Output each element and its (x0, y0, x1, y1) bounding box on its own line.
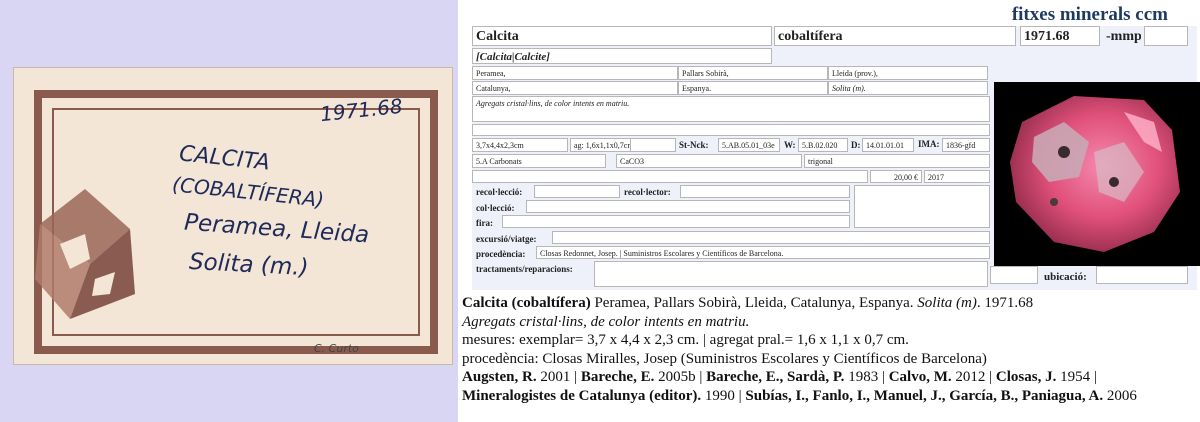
province-field[interactable]: Lleida (prov.), (828, 66, 988, 80)
ubicacio-field[interactable] (1096, 266, 1188, 284)
brand-title: fitxes minerals ccm (1011, 4, 1168, 25)
coleccio-field[interactable] (526, 200, 850, 213)
old-label-card: 1971.68 CALCITA (COBALTÍFERA) Peramea, L… (14, 68, 452, 364)
w-label: W: (784, 140, 796, 150)
summary-description: Agregats cristal·lins, de color intents … (462, 313, 750, 330)
stnck-field[interactable]: 5.AB.05.01_03e (718, 138, 780, 152)
summary-title-line: Calcita (cobaltífera) Peramea, Pallars S… (462, 294, 1192, 313)
crystal-drawing (35, 189, 135, 319)
summary-procedencia: procedència: Closas Miralles, Josep (Sum… (462, 350, 987, 367)
region-field[interactable]: Pallars Sobirà, (678, 66, 828, 80)
ima-field[interactable]: 1836-gfd (942, 138, 990, 152)
year-field[interactable]: 2017 (924, 170, 990, 183)
coleccio-label: col·lecció: (476, 203, 515, 213)
mineral-field[interactable]: Calcita (472, 26, 772, 46)
excursio-field[interactable] (552, 231, 990, 244)
w-field[interactable]: 5.B.02.020 (798, 138, 848, 152)
formula-field[interactable]: CaCO3 (616, 154, 802, 168)
ref-author: Bareche, E. (580, 369, 655, 386)
procedencia-field[interactable]: Closas Redonnet, Josep. | Suministros Es… (536, 246, 990, 259)
recollection-label: recol·lecció: (476, 187, 523, 197)
specimen-image (1010, 96, 1180, 252)
d-field[interactable]: 14.01.01.01 (862, 138, 914, 152)
misc-field[interactable] (472, 170, 868, 183)
code-field[interactable]: 1971.68 (1020, 26, 1100, 46)
ref-author: Closas, J. (995, 369, 1057, 386)
code-suffix: -mmp (1106, 29, 1142, 44)
notes-box[interactable] (854, 185, 990, 228)
price-field[interactable]: 20,00 € (870, 170, 922, 183)
size-extra-field[interactable] (630, 138, 676, 152)
class-field[interactable]: 5.A Carbonats (472, 154, 606, 168)
fira-field[interactable] (502, 215, 850, 228)
ref-author: Calvo, M. (888, 369, 952, 386)
stnck-label: St-Nck: (679, 140, 709, 150)
variety-field[interactable]: cobaltífera (774, 26, 1016, 46)
summary-number: . 1971.68 (976, 295, 1034, 311)
summary-references: Augsten, R. 2001 | Bareche, E. 2005b | B… (462, 369, 1137, 404)
synonyms-field[interactable]: [Calcita|Calcite] (472, 48, 772, 64)
collector-field[interactable] (680, 185, 850, 198)
d-label: D: (851, 140, 861, 150)
summary-text: Calcita (cobaltífera) Peramea, Pallars S… (462, 294, 1192, 406)
size-field[interactable]: 3,7x4,4x2,3cm (472, 138, 568, 152)
locality-field[interactable]: Peramea, (472, 66, 678, 80)
ref-author: Mineralogistes de Catalunya (editor). (462, 387, 702, 404)
ima-label: IMA: (918, 139, 940, 149)
specimen-photo (994, 82, 1200, 266)
excursio-label: excursió/viatge: (476, 234, 537, 244)
ref-author: Bareche, E., Sardà, P. (706, 369, 845, 386)
ubicacio-label: ubicació: (1044, 271, 1087, 283)
community-field[interactable]: Catalunya, (472, 81, 678, 95)
procedencia-label: procedència: (476, 249, 526, 259)
tractaments-label: tractaments/reparacions: (476, 264, 573, 274)
suffix-field[interactable] (1144, 26, 1188, 46)
description-field[interactable]: Agregats cristal·lins, de color intents … (472, 96, 990, 122)
recollection-field[interactable] (534, 185, 620, 198)
label-collector: C. Curto (314, 342, 359, 355)
ref-author: Subías, I., Fanlo, I., Manuel, J., Garcí… (745, 387, 1104, 404)
summary-mesures: mesures: exemplar= 3,7 x 4,4 x 2,3 cm. |… (462, 332, 909, 349)
ref-author: Augsten, R. (462, 369, 537, 386)
label-photo-pane: 1971.68 CALCITA (COBALTÍFERA) Peramea, L… (0, 0, 458, 422)
summary-mine: Solita (m) (917, 295, 977, 311)
summary-title: Calcita (cobaltífera) (462, 295, 591, 311)
system-field[interactable]: trigonal (804, 154, 990, 168)
country-field[interactable]: Espanya. (678, 81, 828, 95)
collector-label: recol·lector: (624, 187, 671, 197)
fira-label: fira: (476, 218, 493, 228)
summary-locality: Peramea, Pallars Sobirà, Lleida, Catalun… (590, 295, 918, 311)
ubicacio-extra-field[interactable] (990, 266, 1038, 284)
mine-field[interactable]: Solita (m). (828, 81, 988, 95)
tractaments-field[interactable] (594, 261, 988, 287)
notes-field[interactable] (472, 124, 990, 136)
